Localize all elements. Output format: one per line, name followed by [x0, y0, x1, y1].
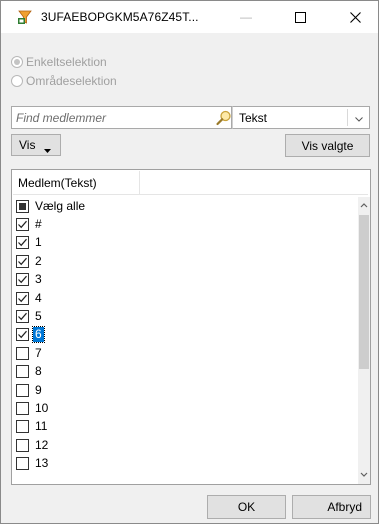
list-item[interactable]: 7	[13, 344, 358, 362]
maximize-button[interactable]: ☐	[277, 1, 323, 33]
list-item-label: 8	[35, 364, 42, 379]
list-item-label: 5	[35, 309, 42, 324]
list-item[interactable]: 5	[13, 307, 358, 325]
scroll-down-icon[interactable]	[358, 467, 370, 483]
checkbox[interactable]	[16, 328, 29, 342]
list-item[interactable]: Vælg alle	[13, 197, 358, 215]
list-header: Medlem(Tekst)	[13, 171, 368, 195]
list-item[interactable]: 9	[13, 381, 358, 399]
checkbox[interactable]	[16, 365, 29, 379]
list-item[interactable]: 1	[13, 234, 358, 252]
list-item[interactable]: 3	[13, 271, 358, 289]
vis-valgte-label: Vis valgte	[301, 138, 354, 153]
checkbox[interactable]	[16, 310, 29, 324]
minimize-icon: —	[240, 10, 252, 24]
search-input[interactable]	[16, 110, 196, 126]
radio-omraadeselektion[interactable]: Områdeselektion	[11, 74, 117, 88]
list-item-label: 3	[35, 272, 42, 287]
search-icon[interactable]	[215, 109, 233, 127]
vertical-scrollbar[interactable]	[358, 197, 370, 484]
checkbox[interactable]	[16, 236, 29, 250]
list-item-label: #	[35, 217, 42, 232]
checkbox[interactable]	[16, 438, 29, 452]
vis-valgte-button[interactable]: Vis valgte	[285, 134, 370, 157]
list-item[interactable]: 10	[13, 399, 358, 417]
list-item[interactable]: 6	[13, 326, 358, 344]
dropdown-arrow-icon	[44, 143, 51, 153]
list-item[interactable]: #	[13, 215, 358, 233]
chevron-down-icon[interactable]	[354, 113, 364, 123]
title-bar[interactable]: 3UFAEBOPGKM5A76Z45T... — ☐ ✕	[1, 1, 378, 33]
checkbox[interactable]	[16, 273, 29, 287]
checkbox[interactable]	[16, 218, 29, 232]
checkbox[interactable]	[16, 457, 29, 471]
ok-button[interactable]: OK	[207, 495, 286, 519]
list-item-label: 1	[35, 235, 42, 250]
checkbox[interactable]	[16, 291, 29, 305]
vis-dropdown-button[interactable]: Vis	[11, 134, 61, 156]
list-item-label: 6	[32, 326, 45, 344]
column-header-member[interactable]: Medlem(Tekst)	[13, 171, 140, 195]
radio-label: Områdeselektion	[26, 74, 117, 88]
checkbox[interactable]	[16, 254, 29, 268]
scroll-up-icon[interactable]	[358, 197, 370, 213]
ok-button-label: OK	[237, 500, 256, 514]
scrollbar-thumb[interactable]	[359, 215, 369, 369]
list-item[interactable]: 8	[13, 363, 358, 381]
search-box[interactable]	[11, 106, 232, 129]
radio-label: Enkeltselektion	[26, 55, 107, 69]
checkbox[interactable]	[16, 420, 29, 434]
radio-button[interactable]	[11, 56, 23, 68]
window-title: 3UFAEBOPGKM5A76Z45T...	[41, 10, 199, 24]
list-item-label: 2	[35, 253, 42, 268]
cancel-button-label: Afbryd	[327, 500, 362, 514]
list-item-label: 12	[35, 437, 49, 452]
checkbox[interactable]	[16, 346, 29, 360]
excel-filter-icon	[17, 9, 33, 25]
checkbox[interactable]	[16, 401, 29, 415]
filter-dialog: 3UFAEBOPGKM5A76Z45T... — ☐ ✕ Enkeltselek…	[0, 0, 379, 524]
radio-enkeltselektion[interactable]: Enkeltselektion	[11, 55, 107, 69]
list-item[interactable]: 12	[13, 436, 358, 454]
radio-button[interactable]	[11, 75, 23, 87]
cancel-button[interactable]: Afbryd	[292, 495, 371, 519]
list-item[interactable]: 11	[13, 418, 358, 436]
member-list[interactable]: Medlem(Tekst) Vælg alle #1 2 3 4 5 6 7 8 9 10 11 12 1…	[11, 169, 371, 485]
list-item-label: 9	[35, 382, 42, 397]
list-item[interactable]: 2	[13, 252, 358, 270]
list-item[interactable]: 4	[13, 289, 358, 307]
close-button[interactable]: ✕	[332, 1, 378, 33]
list-item-label: 10	[35, 400, 49, 415]
list-item-label: 4	[35, 290, 42, 305]
list-item[interactable]: 13	[13, 454, 358, 472]
minimize-button[interactable]: —	[223, 1, 269, 33]
search-type-value: Tekst	[239, 111, 268, 125]
list-item-label: 7	[35, 345, 42, 360]
vis-button-label: Vis	[19, 138, 36, 152]
list-item-label: 11	[35, 419, 48, 434]
select-divider	[347, 109, 348, 126]
list-rows: Vælg alle #1 2 3 4 5 6 7 8 9 10 11 12 13	[13, 197, 358, 473]
search-type-select[interactable]: Tekst	[232, 106, 370, 129]
checkbox[interactable]	[16, 199, 29, 213]
list-item-label: Vælg alle	[35, 198, 86, 213]
checkbox[interactable]	[16, 383, 29, 397]
list-item-label: 13	[35, 456, 49, 471]
